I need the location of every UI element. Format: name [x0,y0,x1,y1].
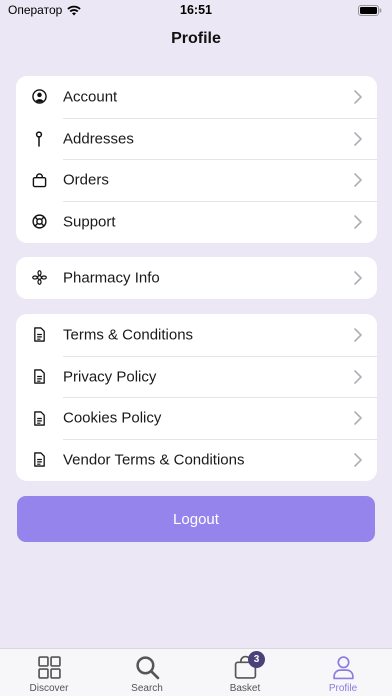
document-icon [31,369,47,385]
tab-search[interactable]: Search [98,649,196,696]
tab-label: Search [131,683,163,694]
menu-item-label: Account [63,88,118,106]
info-section-card: Pharmacy Info [16,257,377,299]
chevron-right-icon [354,369,362,384]
menu-item-label: Terms & Conditions [63,326,194,344]
pin-icon [31,130,47,147]
clock: 16:51 [180,3,212,17]
basket-icon: 3 [232,651,265,680]
basket-count-badge: 3 [248,651,265,668]
legal-section-card: Terms & Conditions Privacy Policy Cookie… [16,314,377,481]
chevron-right-icon [354,90,362,104]
menu-item-label: Vendor Terms & Conditions [63,451,245,469]
menu-item-cookies-policy[interactable]: Cookies Policy [16,397,377,439]
menu-item-vendor-terms[interactable]: Vendor Terms & Conditions [16,439,377,481]
tab-basket[interactable]: 3 Basket [196,649,294,696]
tab-label: Discover [29,683,69,694]
menu-item-label: Support [63,213,116,231]
gear-flower-icon [31,270,47,286]
user-circle-icon [31,89,47,105]
logout-button[interactable]: Logout [17,496,375,542]
menu-item-support[interactable]: Support [16,201,377,243]
document-icon [31,327,47,343]
tab-label: Basket [229,683,261,694]
menu-item-privacy-policy[interactable]: Privacy Policy [16,355,377,398]
chevron-right-icon [354,328,362,342]
tab-label: Profile [328,683,358,694]
menu-item-label: Orders [63,171,109,189]
tab-profile[interactable]: Profile [294,649,392,696]
menu-item-pharmacy-info[interactable]: Pharmacy Info [16,257,377,299]
chevron-right-icon [354,411,362,426]
shopping-bag-icon [31,172,47,188]
page-title: Profile [171,30,221,47]
account-section-card: Account Addresses Orders Support [16,76,377,243]
menu-item-label: Privacy Policy [63,368,157,386]
menu-item-account[interactable]: Account [16,76,377,118]
chevron-right-icon [354,173,362,188]
menu-item-label: Addresses [63,130,134,148]
menu-item-label: Cookies Policy [63,409,162,427]
chevron-right-icon [354,215,362,229]
lifebuoy-icon [31,214,47,230]
grid-icon [36,654,62,680]
person-icon [330,654,356,680]
menu-item-orders[interactable]: Orders [16,159,377,201]
tab-bar: Discover Search 3 Basket Profile [0,648,392,696]
status-bar: Оператор 16:51 [0,0,392,22]
chevron-right-icon [354,131,362,146]
menu-item-addresses[interactable]: Addresses [16,117,377,160]
chevron-right-icon [354,271,362,285]
tab-discover[interactable]: Discover [0,649,98,696]
menu-item-terms[interactable]: Terms & Conditions [16,314,377,356]
search-icon [134,654,160,680]
document-icon [31,452,47,468]
document-icon [31,410,47,426]
battery-icon [358,5,382,19]
menu-item-label: Pharmacy Info [63,269,160,287]
chevron-right-icon [354,453,362,467]
